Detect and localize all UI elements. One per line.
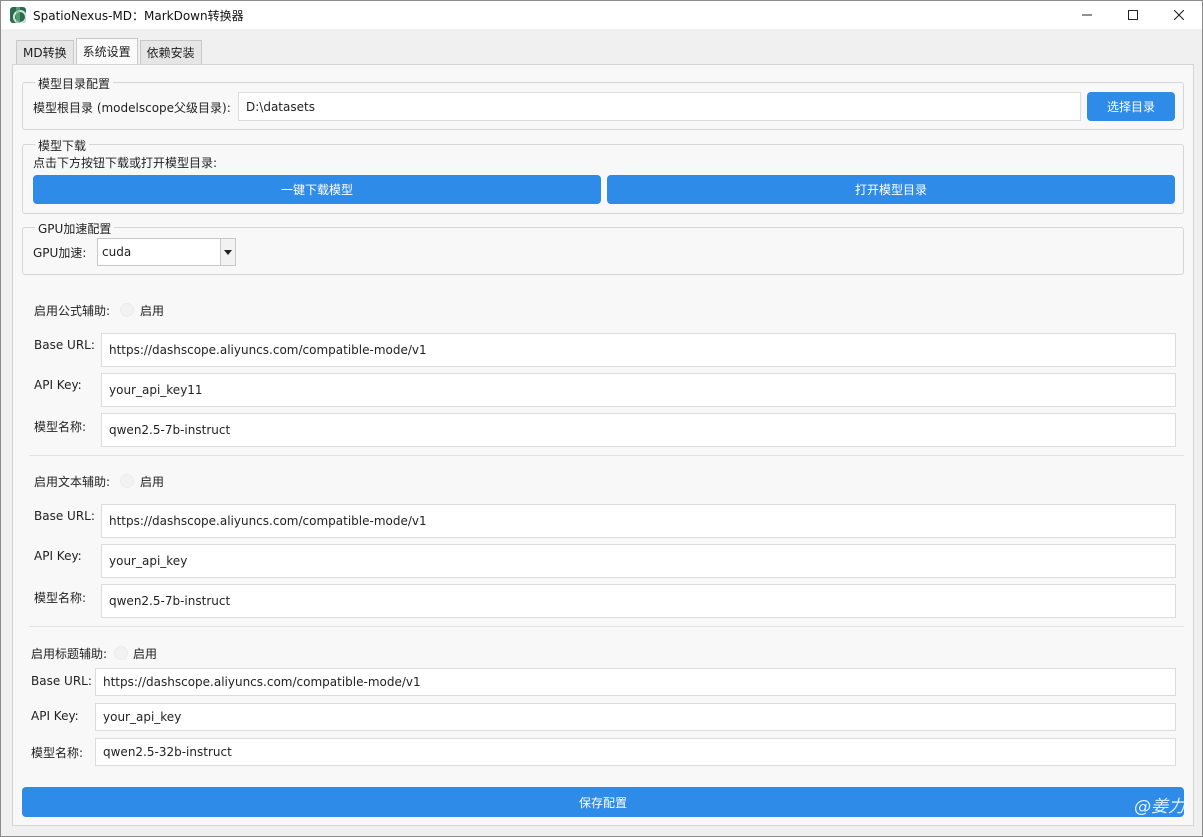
close-icon[interactable]	[1156, 1, 1202, 29]
chevron-down-icon[interactable]	[220, 239, 235, 265]
minimize-icon[interactable]	[1064, 1, 1110, 29]
gpu-select[interactable]: cuda	[97, 238, 236, 266]
open-model-dir-button[interactable]: 打开模型目录	[607, 175, 1175, 204]
tab-bar: MD转换 系统设置 依赖安装	[16, 38, 204, 65]
app-logo-icon	[10, 7, 26, 23]
heading-api-key-label: API Key:	[31, 709, 79, 723]
tab-dependency-install[interactable]: 依赖安装	[139, 40, 202, 64]
gpu-title: GPU加速配置	[35, 220, 115, 237]
window-title: SpatioNexus-MD：MarkDown转换器	[33, 8, 244, 23]
maximize-icon[interactable]	[1110, 1, 1156, 29]
model-dir-label: 模型根目录 (modelscope父级目录):	[33, 101, 231, 115]
save-config-button[interactable]: 保存配置	[22, 787, 1184, 817]
text-assist-toggle-label[interactable]: 启用	[140, 473, 164, 490]
model-dir-title: 模型目录配置	[35, 75, 114, 92]
settings-page: 模型目录配置 模型根目录 (modelscope父级目录): D:\datase…	[12, 64, 1194, 826]
text-assist-checkbox[interactable]	[120, 474, 134, 488]
watermark-text: @姜力	[1134, 797, 1185, 817]
text-model-label: 模型名称:	[34, 591, 87, 605]
text-api-key-input[interactable]: your_api_key	[101, 544, 1176, 578]
formula-base-url-input[interactable]: https://dashscope.aliyuncs.com/compatibl…	[101, 333, 1176, 367]
heading-base-url-label: Base URL:	[31, 674, 92, 688]
heading-assist-checkbox[interactable]	[114, 646, 128, 660]
text-api-key-label: API Key:	[34, 549, 82, 563]
heading-model-label: 模型名称:	[31, 746, 84, 760]
divider	[29, 626, 1184, 627]
formula-assist-checkbox[interactable]	[120, 303, 134, 317]
download-model-button[interactable]: 一键下载模型	[33, 175, 601, 204]
formula-assist-label: 启用公式辅助:	[34, 304, 111, 318]
heading-api-key-input[interactable]: your_api_key	[95, 703, 1176, 731]
heading-assist-label: 启用标题辅助:	[31, 647, 108, 661]
title-bar[interactable]: SpatioNexus-MD：MarkDown转换器	[1, 1, 1202, 29]
text-base-url-label: Base URL:	[34, 509, 95, 523]
divider	[29, 455, 1184, 456]
text-assist-label: 启用文本辅助:	[34, 475, 111, 489]
formula-assist-toggle-label[interactable]: 启用	[140, 302, 164, 319]
formula-api-key-input[interactable]: your_api_key11	[101, 373, 1176, 407]
text-base-url-input[interactable]: https://dashscope.aliyuncs.com/compatibl…	[101, 504, 1176, 538]
heading-model-input[interactable]: qwen2.5-32b-instruct	[95, 738, 1176, 766]
model-dir-group: 模型目录配置 模型根目录 (modelscope父级目录): D:\datase…	[22, 75, 1184, 130]
gpu-label: GPU加速:	[33, 246, 87, 260]
tab-system-settings[interactable]: 系统设置	[75, 38, 138, 64]
formula-model-label: 模型名称:	[34, 420, 87, 434]
window-controls	[1064, 1, 1202, 29]
model-dir-input[interactable]: D:\datasets	[238, 92, 1081, 121]
model-download-group: 模型下载 点击下方按钮下载或打开模型目录: 一键下载模型 打开模型目录	[22, 137, 1184, 214]
model-download-title: 模型下载	[35, 137, 90, 154]
text-model-input[interactable]: qwen2.5-7b-instruct	[101, 584, 1176, 618]
formula-api-key-label: API Key:	[34, 378, 82, 392]
heading-assist-toggle-label[interactable]: 启用	[133, 645, 157, 662]
formula-model-input[interactable]: qwen2.5-7b-instruct	[101, 413, 1176, 447]
gpu-selected-value: cuda	[102, 245, 132, 259]
heading-base-url-input[interactable]: https://dashscope.aliyuncs.com/compatibl…	[95, 668, 1176, 696]
tab-md-convert[interactable]: MD转换	[16, 40, 74, 64]
model-download-hint: 点击下方按钮下载或打开模型目录:	[33, 156, 218, 170]
app-window: SpatioNexus-MD：MarkDown转换器 MD转换 系统设置 依赖安…	[0, 0, 1203, 837]
gpu-group: GPU加速配置 GPU加速: cuda	[22, 220, 1184, 275]
choose-dir-button[interactable]: 选择目录	[1087, 92, 1175, 121]
formula-base-url-label: Base URL:	[34, 338, 95, 352]
